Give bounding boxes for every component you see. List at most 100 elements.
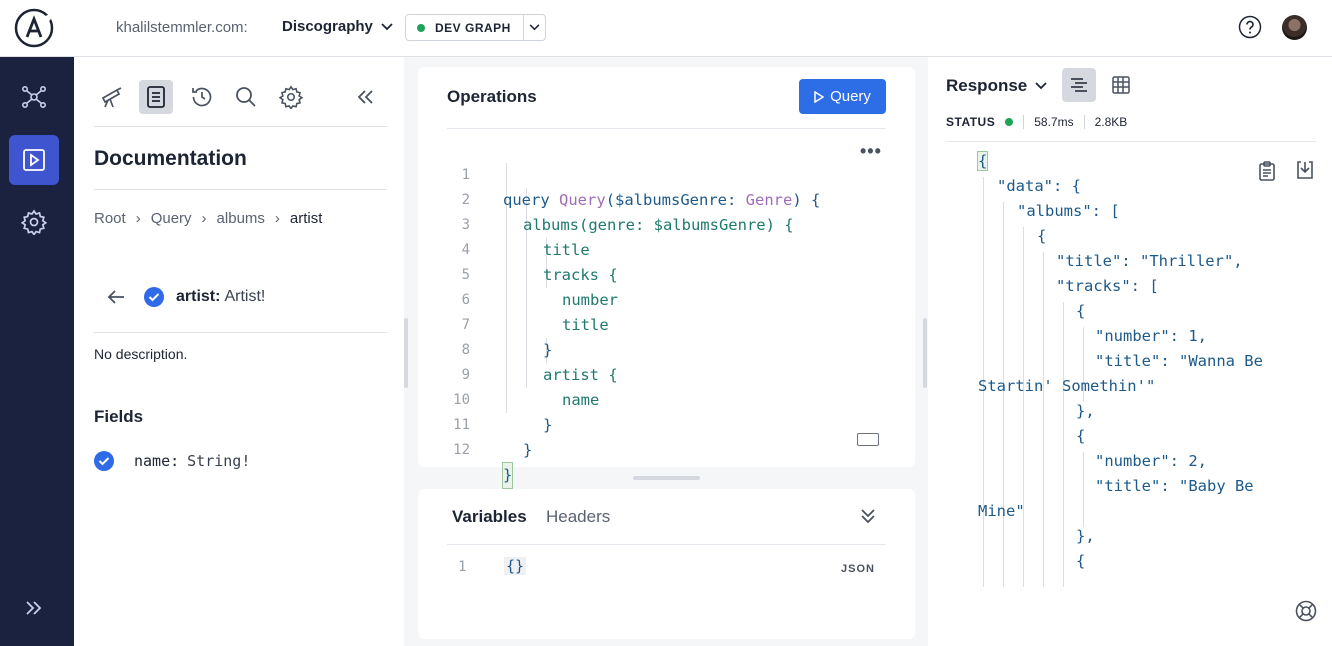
panel-title: Documentation: [94, 147, 247, 170]
breadcrumb-item-root[interactable]: Root: [94, 210, 126, 227]
expand-nav-button[interactable]: [9, 583, 59, 633]
settings-nav-button[interactable]: [9, 197, 59, 247]
response-size: 2.8KB: [1094, 115, 1128, 129]
divider: [1023, 115, 1025, 129]
field-description: No description.: [94, 346, 188, 362]
breadcrumb: Root › Query › albums › artist: [94, 210, 322, 227]
explorer-play-icon: [23, 149, 45, 171]
code-line: 10 }: [418, 363, 888, 434]
indent-guide: [1083, 452, 1084, 527]
back-arrow-icon[interactable]: [106, 289, 126, 305]
apollo-logo[interactable]: [14, 8, 54, 48]
breadcrumb-item-query[interactable]: Query: [151, 210, 192, 227]
settings-icon: [279, 85, 303, 109]
variant-dropdown-button[interactable]: [523, 15, 545, 40]
explorer-tool-button[interactable]: [95, 80, 129, 114]
table-icon: [1112, 76, 1130, 94]
divider: [447, 128, 886, 129]
settings-icon: [21, 209, 47, 235]
json-line: "tracks": [: [1056, 277, 1159, 295]
field-type[interactable]: Artist!: [224, 288, 265, 306]
variant-selector[interactable]: DEV GRAPH: [405, 14, 546, 41]
schema-nav-button[interactable]: [9, 72, 59, 122]
settings-tool-button[interactable]: [274, 80, 308, 114]
chevron-down-icon: [529, 24, 540, 31]
support-icon[interactable]: [1295, 600, 1317, 622]
documentation-panel: Documentation Root › Query › albums › ar…: [74, 57, 404, 646]
response-time: 58.7ms: [1034, 115, 1074, 129]
field-name: artist:: [176, 288, 221, 305]
download-icon[interactable]: [1295, 160, 1315, 180]
json-line: Startin' Somethin'": [978, 377, 1156, 395]
json-line: Mine": [978, 502, 1025, 520]
json-view-button[interactable]: [1062, 68, 1096, 102]
graph-name: Discography: [282, 18, 373, 35]
history-tool-button[interactable]: [185, 80, 219, 114]
collapse-left-icon: [357, 90, 373, 104]
telescope-icon: [101, 87, 122, 108]
field-selected-checkbox[interactable]: [144, 287, 164, 307]
response-view-selector[interactable]: Response: [946, 76, 1047, 96]
json-line: "data": {: [997, 177, 1081, 195]
json-line: },: [1076, 527, 1095, 545]
response-status-bar: STATUS 58.7ms 2.8KB: [946, 115, 1127, 129]
indent-guide: [1063, 302, 1064, 587]
tab-headers[interactable]: Headers: [546, 507, 610, 527]
variant-status-dot: [417, 23, 425, 32]
breadcrumb-separator: ›: [135, 210, 141, 227]
run-query-button[interactable]: Query: [799, 79, 886, 114]
user-avatar[interactable]: [1282, 15, 1307, 40]
documentation-tool-button[interactable]: [139, 80, 173, 114]
clipboard-icon[interactable]: [1258, 161, 1276, 181]
organization-label: khalilstemmler.com:: [116, 19, 248, 36]
search-tool-button[interactable]: [229, 80, 263, 114]
variables-editor[interactable]: {}: [504, 557, 527, 575]
expand-icon: [26, 601, 42, 615]
field-list-item[interactable]: name: String!: [94, 451, 250, 471]
text-align-icon: [1071, 78, 1087, 92]
json-line: "title": "Baby Be: [1095, 477, 1254, 495]
json-line: {: [976, 151, 989, 171]
checkmark-icon: [148, 293, 160, 302]
json-line: "albums": [: [1017, 202, 1120, 220]
json-line: "number": 2,: [1095, 452, 1207, 470]
code-line: 5 number: [418, 238, 888, 309]
response-panel: Response STATUS 58.7ms 2.8KB { "data": {…: [928, 57, 1332, 646]
graph-selector[interactable]: Discography: [282, 18, 393, 35]
format-label: JSON: [841, 563, 875, 575]
field-checkbox[interactable]: [94, 451, 114, 471]
resize-handle[interactable]: [923, 318, 927, 388]
code-token: }: [501, 462, 514, 489]
history-icon: [192, 87, 212, 107]
collapse-panel-button[interactable]: [348, 80, 382, 114]
variant-label: DEV GRAPH: [435, 20, 511, 35]
tab-variables[interactable]: Variables: [452, 507, 527, 527]
json-line: "title": "Wanna Be: [1095, 352, 1263, 370]
resize-handle[interactable]: [404, 318, 408, 388]
breadcrumb-item-albums[interactable]: albums: [217, 210, 265, 227]
keyboard-shortcuts-icon[interactable]: [857, 433, 879, 446]
json-line: },: [1076, 402, 1095, 420]
chevron-down-icon: [381, 22, 393, 30]
resize-handle[interactable]: [633, 476, 700, 480]
collapse-down-icon[interactable]: [859, 507, 877, 525]
divider: [94, 189, 387, 190]
documentation-icon: [147, 86, 165, 108]
explorer-nav-button[interactable]: [9, 135, 59, 185]
code-line: 12 }: [418, 413, 888, 489]
code-line: 2 albums(genre: $albumsGenre) {: [418, 163, 888, 234]
table-view-button[interactable]: [1104, 68, 1138, 102]
json-line: {: [1037, 227, 1047, 245]
graph-icon: [21, 85, 46, 108]
checkmark-icon: [98, 457, 110, 466]
code-line: 3 title: [418, 188, 888, 259]
json-line: "title": "Thriller",: [1056, 252, 1243, 270]
help-icon[interactable]: [1238, 15, 1262, 39]
field-item-name: name:: [134, 452, 180, 470]
code-token: }: [523, 441, 533, 459]
json-line: {: [1076, 427, 1086, 445]
code-line: 11 }: [418, 388, 888, 459]
field-item-type[interactable]: String!: [187, 452, 250, 470]
breadcrumb-separator: ›: [201, 210, 207, 227]
breadcrumb-separator: ›: [274, 210, 280, 227]
